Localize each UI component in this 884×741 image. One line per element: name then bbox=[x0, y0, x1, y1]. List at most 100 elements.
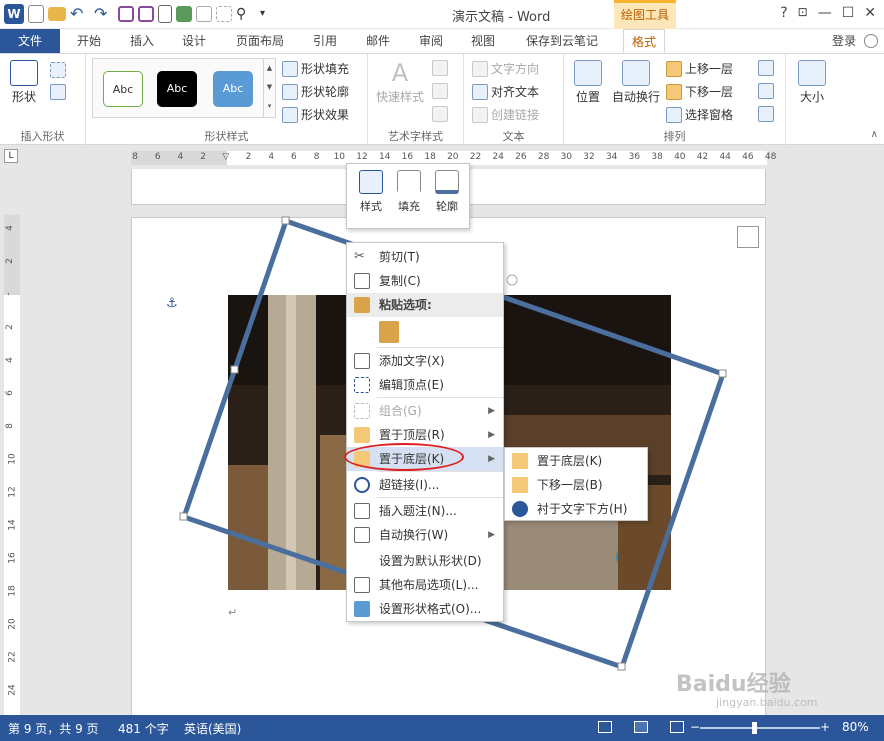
text-effects-icon[interactable] bbox=[432, 106, 448, 122]
table-icon[interactable] bbox=[196, 6, 212, 22]
rotate-handle[interactable] bbox=[506, 274, 518, 286]
style-abc-blue[interactable]: Abc bbox=[213, 71, 253, 107]
tab-review[interactable]: 审阅 bbox=[419, 29, 443, 53]
tab-references[interactable]: 引用 bbox=[313, 29, 337, 53]
quick-access-toolbar: W ↶ ↷ ⚲ ▾ bbox=[4, 4, 280, 24]
redo-icon[interactable]: ↷ bbox=[94, 4, 114, 24]
shape-fill-button[interactable]: 形状填充 bbox=[282, 60, 349, 77]
mini-style-button[interactable]: 样式 bbox=[353, 170, 389, 214]
ribbon-display-button[interactable]: ⊡ bbox=[798, 5, 808, 21]
tab-design[interactable]: 设计 bbox=[182, 29, 206, 53]
find-icon[interactable]: ⚲ bbox=[236, 4, 256, 24]
zoom-level[interactable]: 80% bbox=[842, 720, 869, 734]
menu-group[interactable]: 组合(G) ▶ bbox=[347, 399, 503, 423]
web-layout-icon[interactable] bbox=[670, 721, 684, 733]
zoom-slider-thumb[interactable] bbox=[752, 722, 757, 734]
menu-edit-points[interactable]: 编辑顶点(E) bbox=[347, 373, 503, 397]
rotate-icon[interactable] bbox=[758, 106, 774, 122]
undo-icon[interactable]: ↶ bbox=[70, 4, 90, 24]
tab-home[interactable]: 开始 bbox=[77, 29, 101, 53]
save-as-icon[interactable] bbox=[138, 6, 154, 22]
menu-insert-caption[interactable]: 插入题注(N)... bbox=[347, 499, 503, 523]
resize-handle-left[interactable] bbox=[179, 512, 188, 521]
word-count[interactable]: 481 个字 bbox=[118, 720, 169, 737]
tab-selector[interactable]: L bbox=[4, 149, 18, 163]
menu-copy[interactable]: 复制(C) bbox=[347, 269, 503, 293]
resize-handle-mid-left[interactable] bbox=[230, 365, 239, 374]
create-link-button[interactable]: 创建链接 bbox=[472, 106, 539, 123]
menu-wrap-text[interactable]: 自动换行(W) ▶ bbox=[347, 523, 503, 547]
tab-view[interactable]: 视图 bbox=[471, 29, 495, 53]
text-box-icon[interactable] bbox=[50, 84, 66, 100]
shape-effects-button[interactable]: 形状效果 bbox=[282, 106, 349, 123]
text-fill-icon[interactable] bbox=[432, 60, 448, 76]
wrap-text-button[interactable]: 自动换行 bbox=[612, 60, 660, 105]
quick-styles-button[interactable]: A 快速样式 bbox=[376, 60, 424, 105]
align-text-icon bbox=[472, 83, 488, 100]
shape-outline-button[interactable]: 形状轮廓 bbox=[282, 83, 349, 100]
save-icon[interactable] bbox=[118, 6, 134, 22]
position-button[interactable]: 位置 bbox=[574, 60, 602, 105]
minimize-button[interactable]: — bbox=[818, 5, 832, 21]
mini-fill-button[interactable]: 填充 bbox=[391, 170, 427, 214]
tab-insert[interactable]: 插入 bbox=[130, 29, 154, 53]
gallery-scroll[interactable]: ▲ ▼ ▾ bbox=[263, 59, 275, 117]
resize-handle-bottom[interactable] bbox=[617, 662, 626, 671]
menu-cut[interactable]: ✂ 剪切(T) bbox=[347, 245, 503, 269]
edit-shape-icon[interactable] bbox=[50, 62, 66, 78]
submenu-send-to-back[interactable]: 置于底层(K) bbox=[505, 449, 647, 473]
align-text-button[interactable]: 对齐文本 bbox=[472, 83, 539, 100]
mini-outline-button[interactable]: 轮廓 bbox=[429, 170, 465, 214]
print-layout-icon[interactable] bbox=[634, 721, 648, 733]
menu-format-shape[interactable]: 设置形状格式(O)... bbox=[347, 597, 503, 621]
close-button[interactable]: ✕ bbox=[864, 5, 876, 21]
group-icon[interactable] bbox=[758, 83, 774, 99]
menu-set-default-shape[interactable]: 设置为默认形状(D) bbox=[347, 549, 503, 573]
group-shape-styles: Abc Abc Abc ▲ ▼ ▾ 形状填充 形状轮廓 形状效果 形状样式 bbox=[86, 54, 368, 146]
tab-file[interactable]: 文件 bbox=[0, 29, 60, 53]
text-outline-icon[interactable] bbox=[432, 83, 448, 99]
menu-group-label: 组合(G) bbox=[379, 404, 422, 418]
menu-hyperlink[interactable]: 超链接(I)... bbox=[347, 473, 503, 497]
spell-check-icon[interactable] bbox=[176, 6, 192, 22]
submenu-behind-text[interactable]: 衬于文字下方(H) bbox=[505, 497, 647, 521]
style-abc-black[interactable]: Abc bbox=[157, 71, 197, 107]
page-count[interactable]: 第 9 页，共 9 页 bbox=[8, 720, 99, 737]
zoom-in-button[interactable]: + bbox=[820, 720, 830, 734]
help-button[interactable]: ? bbox=[780, 5, 787, 21]
submenu-send-backward[interactable]: 下移一层(B) bbox=[505, 473, 647, 497]
menu-more-layout-options[interactable]: 其他布局选项(L)... bbox=[347, 573, 503, 597]
shapes-button[interactable]: 形状 bbox=[10, 60, 38, 105]
style-brush-icon bbox=[359, 170, 383, 194]
tab-mailings[interactable]: 邮件 bbox=[366, 29, 390, 53]
sign-in-link[interactable]: 登录 bbox=[832, 29, 856, 53]
style-abc-outline-green[interactable]: Abc bbox=[103, 71, 143, 107]
resize-handle-right[interactable] bbox=[718, 369, 727, 378]
group-objects-icon bbox=[354, 403, 370, 419]
collapse-ribbon-icon[interactable]: ∧ bbox=[871, 129, 878, 140]
zoom-slider[interactable] bbox=[700, 727, 820, 729]
open-folder-icon[interactable] bbox=[48, 7, 66, 21]
menu-add-text[interactable]: 添加文字(X) bbox=[347, 349, 503, 373]
gridlines-icon[interactable] bbox=[216, 6, 232, 22]
selection-pane-button[interactable]: 选择窗格 bbox=[666, 106, 733, 123]
new-doc-icon[interactable] bbox=[28, 5, 44, 23]
group-arrange: 位置 自动换行 上移一层 下移一层 选择窗格 排列 bbox=[564, 54, 786, 146]
maximize-button[interactable]: ☐ bbox=[842, 5, 855, 21]
language[interactable]: 英语(美国) bbox=[184, 720, 241, 737]
read-mode-icon[interactable] bbox=[598, 721, 612, 733]
tab-page-layout[interactable]: 页面布局 bbox=[236, 29, 284, 53]
bring-forward-button[interactable]: 上移一层 bbox=[666, 60, 733, 77]
size-button[interactable]: 大小 bbox=[798, 60, 826, 105]
resize-handle-top[interactable] bbox=[281, 216, 290, 225]
text-direction-button[interactable]: 文字方向 bbox=[472, 60, 539, 77]
zoom-out-button[interactable]: − bbox=[690, 720, 700, 734]
align-icon[interactable] bbox=[758, 60, 774, 76]
print-preview-icon[interactable] bbox=[158, 5, 172, 23]
tab-format[interactable]: 格式 bbox=[623, 29, 666, 53]
paste-keep-formatting-icon[interactable] bbox=[379, 321, 399, 343]
customize-qat-icon[interactable]: ▾ bbox=[260, 4, 280, 24]
send-backward-button[interactable]: 下移一层 bbox=[666, 83, 733, 100]
tab-save-to-cloud[interactable]: 保存到云笔记 bbox=[526, 29, 598, 53]
account-icon[interactable] bbox=[864, 34, 878, 48]
